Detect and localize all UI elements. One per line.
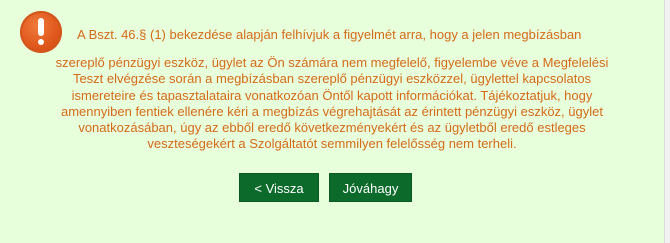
notice-line: Teszt elvégzése során a megbízásban szer… [72,71,592,87]
notice-body: szereplő pénzügyi eszköz, ügylet az Ön s… [16,55,648,153]
exclamation-dot [38,39,44,45]
notice-line: veszteségekért a Szolgáltatót semmilyen … [147,136,517,152]
warning-panel: A Bszt. 46.§ (1) bekezdése alapján felhí… [0,0,664,243]
notice-line: szereplő pénzügyi eszköz, ügylet az Ön s… [55,55,609,70]
vertical-scrollbar[interactable] [664,0,670,243]
back-button[interactable]: < Vissza [239,173,319,202]
exclamation-bar [38,18,44,36]
notice-line: ismereteire és tapasztalataira vonatkozó… [71,87,593,103]
confirm-button[interactable]: Jóváhagy [329,173,412,202]
notice-line: amennyiben fentiek ellenére kéri a megbí… [61,103,603,119]
notice-first-line: A Bszt. 46.§ (1) bekezdése alapján felhí… [77,27,582,42]
exclamation-warning-icon [20,11,62,53]
notice-line: vonatkozásában, úgy az ebből eredő követ… [78,120,586,136]
